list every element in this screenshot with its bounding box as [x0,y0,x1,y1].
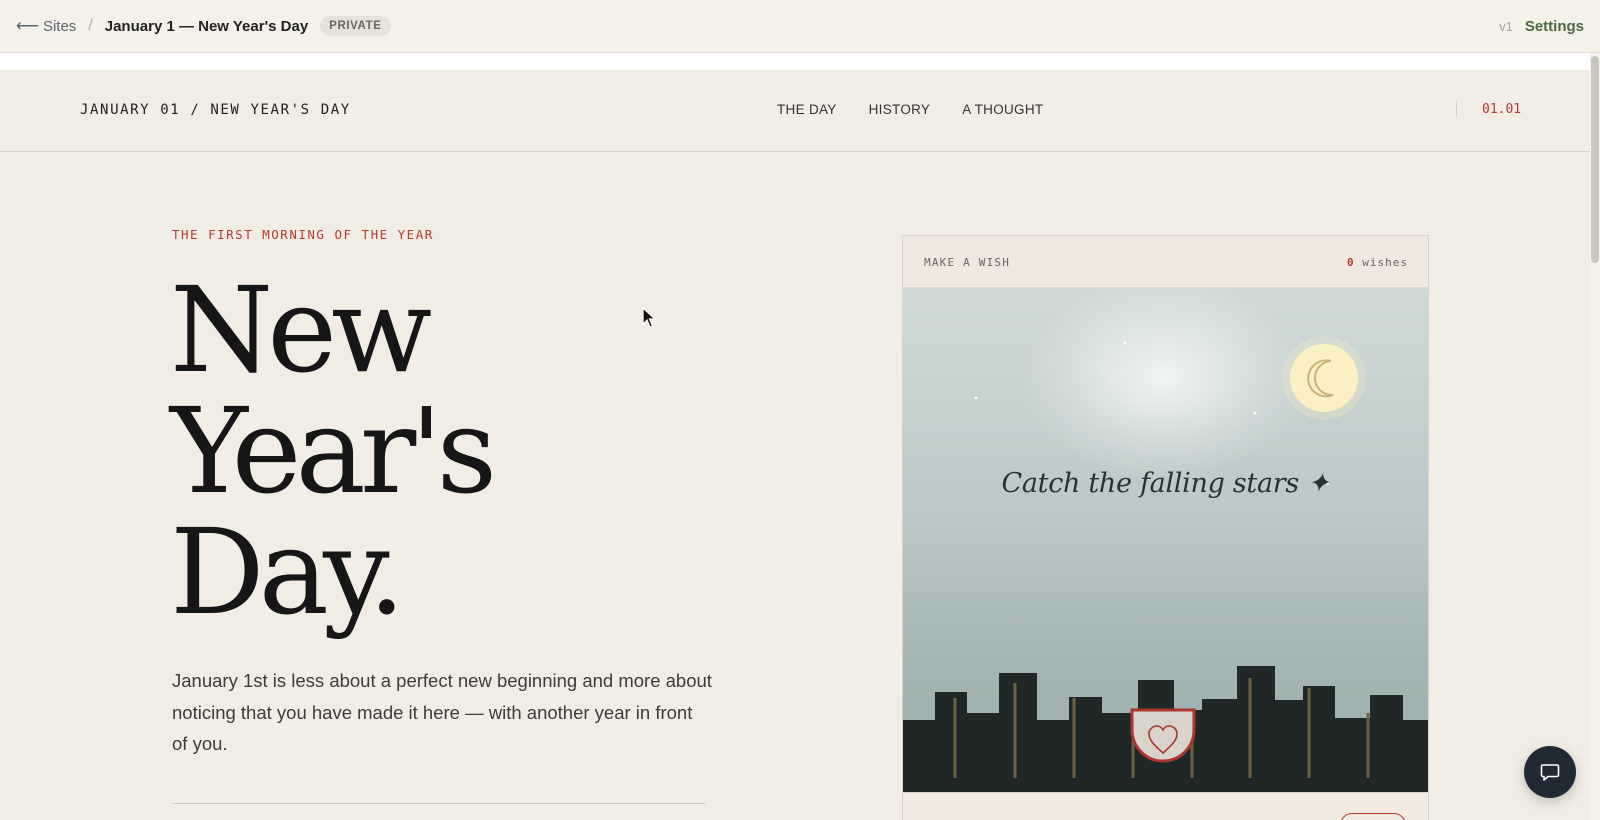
site-brand[interactable]: JANUARY 01 / NEW YEAR'S DAY [80,102,351,118]
hero-title-line-2: Year's [170,382,497,520]
app-top-bar: ⟵ Sites / January 1 — New Year's Day PRI… [0,0,1600,53]
preview-top-strip [0,53,1590,70]
chat-icon [1540,764,1560,781]
back-label: Sites [42,17,77,35]
nav-date: 01.01 [1482,102,1522,117]
wish-count-unit: wishes [1362,256,1408,269]
wish-count-number: 0 [1347,256,1355,269]
wish-action-button[interactable] [1340,813,1406,820]
hero-lede: January 1st is less about a perfect new … [172,670,712,754]
wish-card-label: MAKE A WISH [924,256,1011,269]
star [1123,341,1127,345]
star [974,396,978,400]
breadcrumb-separator: / [88,17,93,34]
nav-link-the-day[interactable]: THE DAY [777,102,837,117]
nav-link-a-thought[interactable]: A THOUGHT [962,102,1043,117]
sky-scene [903,336,1428,792]
nav-link-history[interactable]: HISTORY [869,102,931,117]
back-to-sites-link[interactable]: ⟵ Sites [16,16,76,36]
nav-divider [1456,101,1457,117]
wish-card-footer [903,792,1428,820]
scrollbar-thumb[interactable] [1591,56,1599,263]
hero-title-line-3: Day. [170,503,405,641]
hero-title: New Year's Day. [170,261,497,641]
hero-title-line-1: New [170,261,432,399]
wish-count: 0 wishes [1347,256,1408,269]
site-nav-links: THE DAY HISTORY A THOUGHT [777,102,1043,117]
settings-link[interactable]: Settings [1525,18,1584,35]
star [1253,411,1257,415]
wish-sky-canvas[interactable]: Catch the falling stars ✦ [903,288,1428,792]
chat-button[interactable] [1524,746,1576,798]
hero-kicker: THE FIRST MORNING OF THE YEAR [172,227,434,242]
wish-card-header: MAKE A WISH 0 wishes [903,236,1428,288]
wish-catcher [1130,708,1196,763]
back-arrow-icon: ⟵ [16,18,39,35]
private-badge: PRIVATE [320,16,391,36]
version-label: v1 [1499,18,1513,34]
wish-card: MAKE A WISH 0 wishes Catch the falling s… [902,235,1429,820]
moon-icon [1282,336,1366,420]
page-title: January 1 — New Year's Day [104,17,309,35]
cursor-icon [642,307,656,328]
site-nav: JANUARY 01 / NEW YEAR'S DAY THE DAY HIST… [0,70,1590,152]
section-divider [172,803,705,804]
wish-caption: Catch the falling stars ✦ [1001,468,1330,499]
